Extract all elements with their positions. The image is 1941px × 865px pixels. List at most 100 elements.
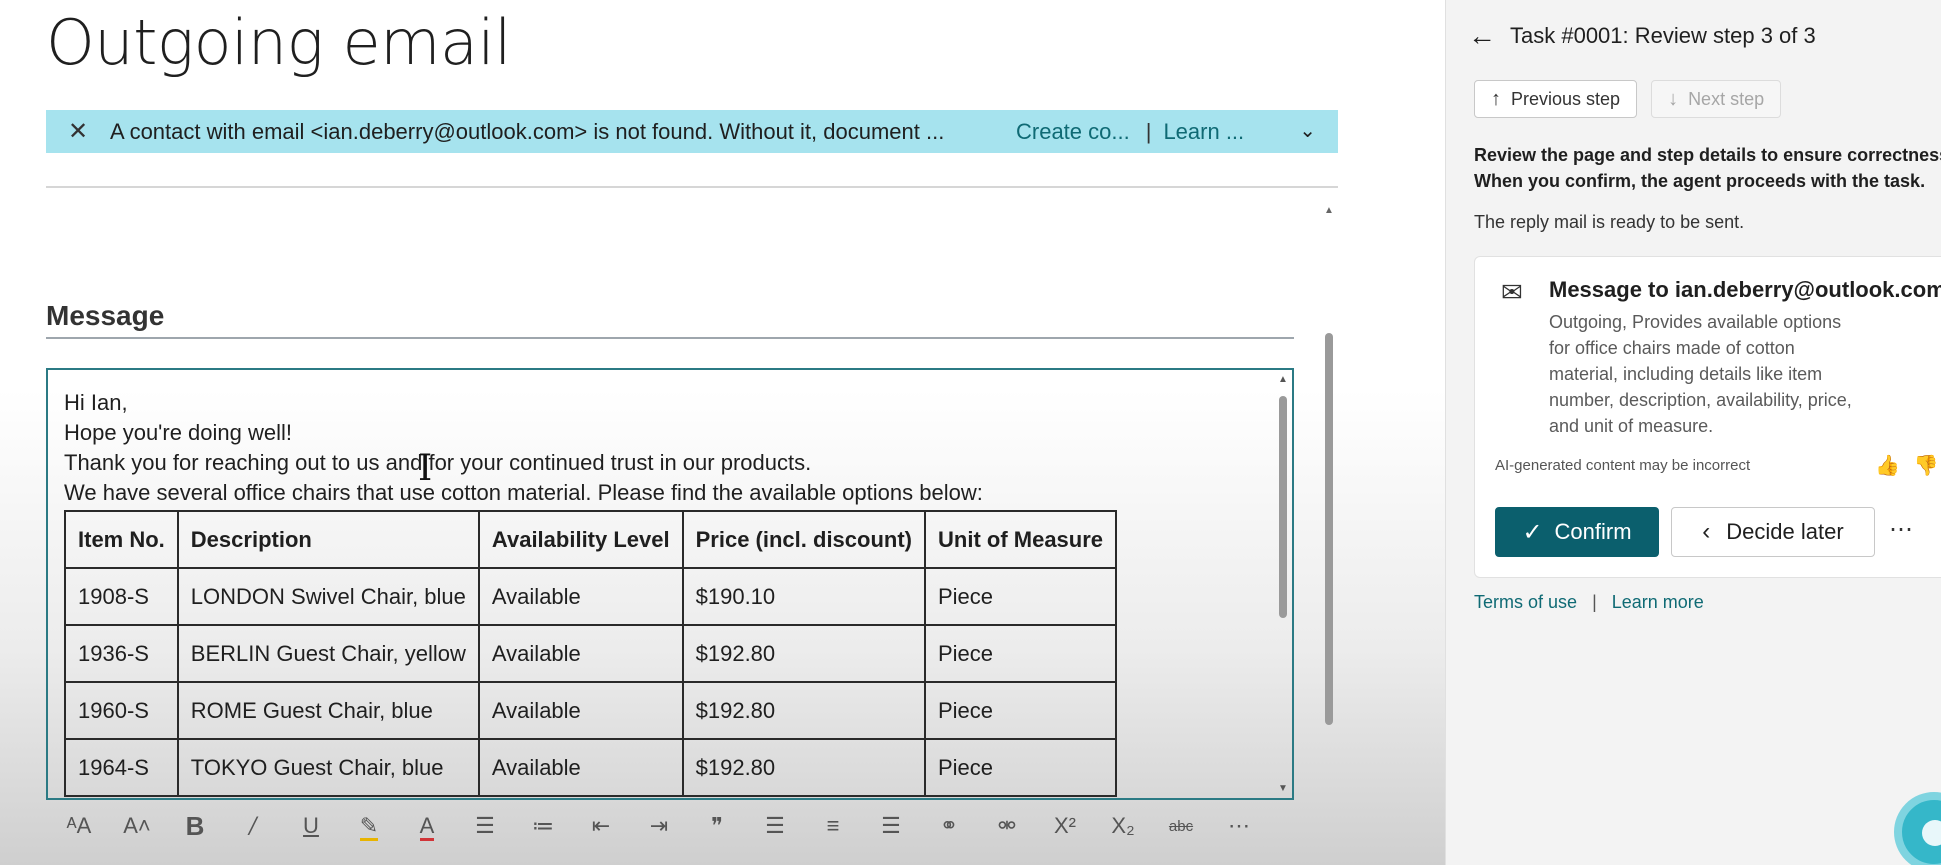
step-navigation: ↑ Previous step ↓ Next step xyxy=(1474,80,1795,118)
link-icon[interactable]: ⚭ xyxy=(920,813,978,839)
highlight-icon[interactable]: ✎ xyxy=(340,813,398,841)
strikethrough-icon[interactable]: abc xyxy=(1152,818,1210,835)
numbered-list-icon[interactable]: ≔ xyxy=(514,813,572,839)
table-header-row: Item No. Description Availability Level … xyxy=(64,510,1118,569)
editor-scrollbar[interactable]: ▲ ▼ xyxy=(1276,374,1290,794)
ready-status-text: The reply mail is ready to be sent. xyxy=(1474,212,1745,232)
previous-step-label: Previous step xyxy=(1511,88,1621,109)
editor-body[interactable]: Hi Ian, Hope you're doing well! Thank yo… xyxy=(64,388,1118,797)
table-cell: Available xyxy=(477,738,684,797)
table-row: 1908-S LONDON Swivel Chair, blue Availab… xyxy=(64,567,1118,626)
quote-icon[interactable]: ❞ xyxy=(688,813,746,839)
table-cell: Piece xyxy=(923,681,1118,740)
table-cell: $192.80 xyxy=(681,681,927,740)
editor-scrollbar-thumb[interactable] xyxy=(1279,396,1287,618)
table-cell: Available xyxy=(477,624,684,683)
message-summary-card: ✉ Message to ian.deberry@outlook.com Out… xyxy=(1474,256,1941,578)
scroll-up-icon[interactable]: ▲ xyxy=(1322,205,1336,216)
table-cell: Available xyxy=(477,567,684,626)
table-row: 1964-S TOKYO Guest Chair, blue Available… xyxy=(64,738,1118,797)
mail-send-icon: ✉ xyxy=(1501,277,1523,307)
next-step-label: Next step xyxy=(1688,88,1765,109)
decide-later-button[interactable]: ‹ Decide later xyxy=(1671,507,1875,557)
thumbs-down-icon[interactable]: 👎 xyxy=(1914,455,1939,477)
align-left-icon[interactable]: ☰ xyxy=(746,813,804,839)
header-divider xyxy=(46,186,1338,188)
thumbs-up-icon[interactable]: 👍 xyxy=(1875,455,1900,477)
align-center-icon[interactable]: ≡ xyxy=(804,813,862,839)
card-title: Message to ian.deberry@outlook.com xyxy=(1549,277,1941,302)
increase-indent-icon[interactable]: ⇥ xyxy=(630,813,688,839)
table-cell: TOKYO Guest Chair, blue xyxy=(176,738,480,797)
notification-banner: ✕ A contact with email <ian.deberry@outl… xyxy=(46,110,1338,153)
instructions-line: Review the page and step details to ensu… xyxy=(1474,145,1941,165)
italic-icon[interactable]: / xyxy=(224,814,282,839)
bullet-list-icon[interactable]: ☰ xyxy=(456,813,514,839)
dismiss-banner-icon[interactable]: ✕ xyxy=(46,117,110,146)
arrow-down-icon: ↓ xyxy=(1668,87,1679,110)
editor-scroll-up-icon[interactable]: ▲ xyxy=(1276,374,1290,385)
instructions-line: When you confirm, the agent proceeds wit… xyxy=(1474,171,1926,191)
decrease-indent-icon[interactable]: ⇤ xyxy=(572,813,630,839)
page-title: Outgoing email xyxy=(46,6,511,79)
section-divider xyxy=(46,337,1294,339)
expand-banner-chevron-down-icon[interactable]: ⌄ xyxy=(1299,118,1316,143)
unlink-icon[interactable]: ⚮ xyxy=(978,813,1036,839)
next-step-button[interactable]: ↓ Next step xyxy=(1651,80,1782,118)
page-scrollbar-thumb[interactable] xyxy=(1325,333,1333,725)
logo-center xyxy=(1922,820,1941,846)
table-cell: BERLIN Guest Chair, yellow xyxy=(176,624,480,683)
table-cell: Piece xyxy=(923,624,1118,683)
page-scrollbar[interactable]: ▲ xyxy=(1322,205,1336,725)
underline-icon[interactable]: U xyxy=(282,813,340,839)
table-header-cell: Description xyxy=(176,510,480,569)
table-row: 1936-S BERLIN Guest Chair, yellow Availa… xyxy=(64,624,1118,683)
table-cell: $190.10 xyxy=(681,567,927,626)
back-arrow-icon[interactable]: ← xyxy=(1468,20,1496,52)
chairs-table: Item No. Description Availability Level … xyxy=(64,510,1118,797)
table-cell: LONDON Swivel Chair, blue xyxy=(176,567,480,626)
task-review-panel: ← Task #0001: Review step 3 of 3 ↑ Previ… xyxy=(1445,0,1941,865)
copilot-logo-icon[interactable] xyxy=(1894,792,1941,865)
table-row: 1960-S ROME Guest Chair, blue Available … xyxy=(64,681,1118,740)
learn-more-banner-link[interactable]: Learn ... xyxy=(1163,119,1244,145)
footer-separator: | xyxy=(1592,592,1597,612)
confirm-label: Confirm xyxy=(1554,519,1632,544)
table-cell: Piece xyxy=(923,567,1118,626)
grow-font-icon[interactable]: A˄ xyxy=(108,813,166,839)
table-cell: 1964-S xyxy=(64,738,179,797)
table-cell: Available xyxy=(477,681,684,740)
superscript-icon[interactable]: X² xyxy=(1036,813,1094,839)
task-title: Task #0001: Review step 3 of 3 xyxy=(1510,23,1816,48)
panel-header: ← Task #0001: Review step 3 of 3 xyxy=(1468,20,1816,52)
terms-of-use-link[interactable]: Terms of use xyxy=(1474,592,1577,612)
table-header-cell: Item No. xyxy=(64,510,179,569)
confirm-button[interactable]: ✓ Confirm xyxy=(1495,507,1659,557)
message-editor[interactable]: Hi Ian, Hope you're doing well! Thank yo… xyxy=(46,368,1294,800)
bold-icon[interactable]: B xyxy=(166,811,224,842)
panel-footer: Terms of use | Learn more xyxy=(1474,592,1704,613)
more-icon[interactable]: ⋯ xyxy=(1210,813,1268,839)
arrow-up-icon: ↑ xyxy=(1491,87,1501,110)
font-color-icon[interactable]: A xyxy=(398,813,456,841)
table-cell: 1936-S xyxy=(64,624,179,683)
table-cell: $192.80 xyxy=(681,738,927,797)
previous-step-button[interactable]: ↑ Previous step xyxy=(1474,80,1638,118)
subscript-icon[interactable]: X₂ xyxy=(1094,813,1152,839)
table-cell: $192.80 xyxy=(681,624,927,683)
align-right-icon[interactable]: ☰ xyxy=(862,813,920,839)
table-header-cell: Availability Level xyxy=(477,510,684,569)
banner-separator: | xyxy=(1145,118,1152,144)
chevron-left-icon: ‹ xyxy=(1702,518,1711,545)
table-cell: Piece xyxy=(923,738,1118,797)
editor-scroll-down-icon[interactable]: ▼ xyxy=(1276,783,1290,794)
more-options-icon[interactable]: ⋯ xyxy=(1889,515,1913,544)
create-contact-link[interactable]: Create co... xyxy=(1016,119,1130,145)
table-header-cell: Unit of Measure xyxy=(923,510,1118,569)
card-description: Outgoing, Provides available options for… xyxy=(1549,312,1852,436)
main-content: Outgoing email ✕ A contact with email <i… xyxy=(0,0,1445,865)
font-size-icon[interactable]: ᴬA xyxy=(50,813,108,839)
email-line: Thank you for reaching out to us and for… xyxy=(64,450,812,475)
ai-disclaimer: AI-generated content may be incorrect xyxy=(1495,457,1751,474)
learn-more-link[interactable]: Learn more xyxy=(1612,592,1704,612)
